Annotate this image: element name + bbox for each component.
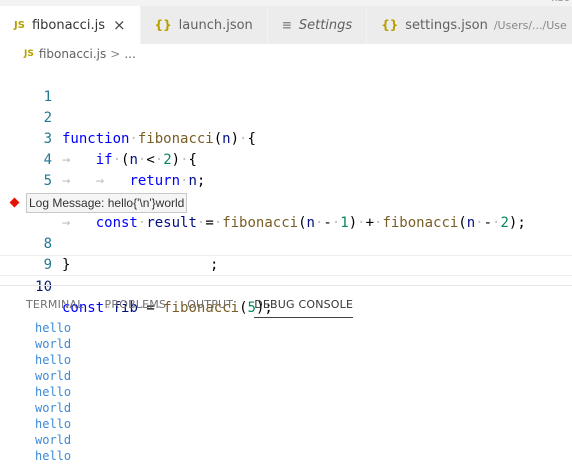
breadcrumb-file[interactable]: fibonacci.js [39, 47, 106, 61]
breadcrumb: JS fibonacci.js > ... [24, 47, 136, 61]
tab-label: settings.json [405, 17, 488, 33]
tab-label: launch.json [178, 17, 253, 33]
bottom-panel: TERMINAL PROBLEMS OUTPUT DEBUG CONSOLE h… [0, 285, 572, 464]
code-line: 8 } [0, 213, 572, 273]
breadcrumb-symbol[interactable]: ... [124, 47, 135, 61]
tab-settings-json[interactable]: {} settings.json /Users/.../Use [367, 6, 572, 44]
current-code-line: 10 const·fib·=·fibonacci(5); [0, 255, 572, 316]
console-line: world [35, 401, 72, 415]
console-line: hello [35, 385, 72, 399]
console-line: hello [35, 417, 72, 431]
code-line: 2 function·fibonacci(n)·{ [0, 87, 572, 147]
log-message-hint[interactable]: Log Message: hello{'\n'}world [26, 193, 188, 213]
tab-label: Settings [298, 17, 353, 33]
tab-problems[interactable]: PROBLEMS [105, 298, 167, 318]
console-line: world [35, 433, 72, 447]
editor-tab-bar: JS fibonacci.js × {} launch.json ≡ Setti… [0, 6, 572, 44]
console-line: hello [35, 321, 72, 335]
json-file-icon: {} [381, 18, 399, 32]
code-line: 9 [0, 234, 572, 273]
code-line: 1 [0, 66, 572, 105]
code-line: 4 → → return·n; [0, 129, 572, 189]
code-line: 6 → const·result·=·fibonacci(n·-·1)·+·fi… [0, 171, 572, 231]
tab-path: /Users/.../Use [493, 18, 567, 32]
chevron-right-icon: > [110, 47, 121, 61]
tab-debug-console[interactable]: DEBUG CONSOLE [254, 298, 354, 318]
tab-terminal[interactable]: TERMINAL [26, 298, 84, 318]
code-editor[interactable]: 1 2 function·fibonacci(n)·{ 3 → if·(n·<·… [0, 66, 572, 316]
javascript-file-icon: JS [24, 49, 34, 59]
logpoint-line: Log Message: hello{'\n'}world ; [0, 192, 572, 273]
window-title: fibo [551, 0, 570, 4]
tab-fibonacci-js[interactable]: JS fibonacci.js × [0, 6, 141, 44]
close-icon[interactable]: × [113, 16, 126, 34]
console-line: hello [35, 449, 72, 463]
logpoint-icon[interactable] [9, 197, 20, 208]
panel-tabs: TERMINAL PROBLEMS OUTPUT DEBUG CONSOLE [26, 298, 374, 318]
tab-settings[interactable]: ≡ Settings [267, 6, 368, 44]
tab-launch-json[interactable]: {} launch.json [140, 6, 268, 44]
tab-label: fibonacci.js [31, 17, 105, 33]
code-line: 3 → if·(n·<·2)·{ [0, 108, 572, 168]
json-file-icon: {} [154, 18, 172, 32]
debug-console-output[interactable]: hello world hello world hello world hell… [35, 320, 71, 464]
console-line: hello [35, 353, 72, 367]
code-line: 5 → } [0, 150, 572, 210]
settings-icon: ≡ [281, 18, 292, 32]
tab-output[interactable]: OUTPUT [187, 298, 233, 318]
javascript-file-icon: JS [14, 19, 25, 31]
console-line: world [35, 337, 72, 351]
console-line: world [35, 369, 72, 383]
